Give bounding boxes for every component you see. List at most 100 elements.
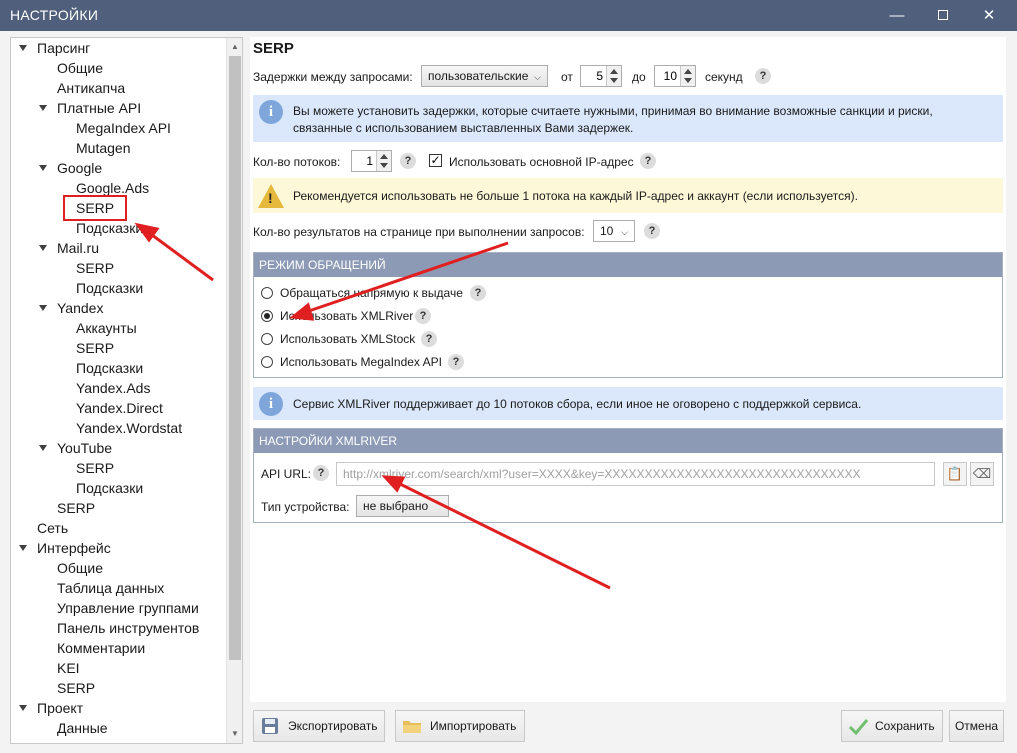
tree-item[interactable]: Панель инструментов <box>57 618 199 638</box>
tree-item-label: Антикапча <box>57 80 126 96</box>
tree-item[interactable]: SERP <box>57 498 95 518</box>
tree-item[interactable]: SERP <box>57 678 95 698</box>
mode-option-label[interactable]: Использовать XMLRiver <box>280 309 413 323</box>
tree-item[interactable]: Проект <box>19 698 84 718</box>
tree-item[interactable]: Данные <box>57 718 108 738</box>
delay-to-stepper[interactable]: 10 <box>654 65 696 87</box>
minimize-button[interactable]: — <box>874 0 920 31</box>
tree-item[interactable]: SERP <box>76 458 114 478</box>
tree-item-label: Парсинг <box>37 40 91 56</box>
tree-item[interactable]: Mutagen <box>76 138 130 158</box>
window-title: НАСТРОЙКИ <box>10 7 99 23</box>
spin-down-icon[interactable] <box>380 163 388 168</box>
scroll-up-icon[interactable]: ▲ <box>227 39 242 55</box>
tree-item-label: SERP <box>76 260 115 276</box>
spin-up-icon[interactable] <box>610 69 618 74</box>
help-icon[interactable]: ? <box>421 331 437 347</box>
tree-item[interactable]: Google.Ads <box>76 178 149 198</box>
use-main-ip-checkbox[interactable]: ✓ <box>429 154 442 167</box>
export-button[interactable]: Экспортировать <box>253 710 385 742</box>
mode-radio[interactable] <box>261 356 273 368</box>
tree-item[interactable]: Подсказки <box>76 478 143 498</box>
close-button[interactable]: ✕ <box>966 0 1012 31</box>
tree-item[interactable]: Подсказки <box>76 218 143 238</box>
delay-to-label: до <box>632 70 646 84</box>
help-icon[interactable]: ? <box>313 465 329 481</box>
tree-item[interactable]: Общие <box>57 558 103 578</box>
tree-item[interactable]: SERP <box>76 258 114 278</box>
mode-radio[interactable] <box>261 310 273 322</box>
tree-item-label: Сеть <box>37 520 69 536</box>
tree-item[interactable]: Интерфейс <box>19 538 111 558</box>
mode-option-label[interactable]: Обращаться напрямую к выдаче <box>280 286 463 300</box>
help-icon[interactable]: ? <box>755 68 771 84</box>
mode-option-label[interactable]: Использовать XMLStock <box>280 332 415 346</box>
help-icon[interactable]: ? <box>644 223 660 239</box>
xmlriver-group-title: Настройки XMLRiver <box>254 429 1002 453</box>
tree-item[interactable]: SERP <box>76 338 114 358</box>
checkmark-icon <box>848 719 868 736</box>
mode-radio[interactable] <box>261 333 273 345</box>
tree-item[interactable]: Управление группами <box>57 598 199 618</box>
expand-caret-icon[interactable] <box>39 305 47 311</box>
expand-caret-icon[interactable] <box>19 705 27 711</box>
expand-caret-icon[interactable] <box>39 245 47 251</box>
threads-stepper[interactable]: 1 <box>351 150 392 172</box>
tree-item[interactable]: Таблица данных <box>57 578 164 598</box>
tree-item[interactable]: SERP <box>62 195 128 221</box>
help-icon[interactable]: ? <box>400 153 416 169</box>
tree-scrollbar[interactable]: ▲ ▼ <box>226 38 242 743</box>
mode-option-label[interactable]: Использовать MegaIndex API <box>280 355 442 369</box>
tree-item[interactable]: Yandex.Direct <box>76 398 163 418</box>
tree-item-label: MegaIndex API <box>76 120 171 136</box>
expand-caret-icon[interactable] <box>19 45 27 51</box>
tree-item[interactable]: Платные API <box>39 98 141 118</box>
tree-item-label: Mail.ru <box>57 240 100 256</box>
import-button[interactable]: Импортировать <box>395 710 525 742</box>
maximize-button[interactable] <box>920 0 966 31</box>
cancel-button[interactable]: Отмена <box>949 710 1004 742</box>
tree-item[interactable]: Сеть <box>37 518 68 538</box>
tree-item[interactable]: Yandex <box>39 298 103 318</box>
delay-mode-select[interactable]: пользовательские ⌵ <box>421 65 548 87</box>
tree-item[interactable]: Google <box>39 158 102 178</box>
help-icon[interactable]: ? <box>640 153 656 169</box>
tree-item[interactable]: MegaIndex API <box>76 118 171 138</box>
save-button[interactable]: Сохранить <box>841 710 943 742</box>
help-icon[interactable]: ? <box>415 308 431 324</box>
scroll-thumb[interactable] <box>229 56 241 660</box>
delay-info-text: Вы можете установить задержки, которые с… <box>293 104 933 135</box>
delay-from-stepper[interactable]: 5 <box>580 65 622 87</box>
tree-item[interactable]: Антикапча <box>57 78 125 98</box>
expand-caret-icon[interactable] <box>19 545 27 551</box>
tree-item[interactable]: KEI <box>57 658 80 678</box>
threads-value: 1 <box>366 154 373 168</box>
spin-down-icon[interactable] <box>610 78 618 83</box>
device-type-select[interactable]: не выбрано <box>356 495 449 517</box>
tree-item[interactable]: Общие <box>57 58 103 78</box>
help-icon[interactable]: ? <box>470 285 486 301</box>
tree-item[interactable]: Yandex.Wordstat <box>76 418 182 438</box>
clear-button[interactable]: ⌫ <box>970 462 994 486</box>
spin-up-icon[interactable] <box>380 154 388 159</box>
paste-button[interactable]: 📋 <box>943 462 967 486</box>
tree-item[interactable]: Аккаунты <box>76 318 137 338</box>
help-icon[interactable]: ? <box>448 354 464 370</box>
api-url-input[interactable]: http://xmlriver.com/search/xml?user=XXXX… <box>336 462 935 486</box>
spin-up-icon[interactable] <box>684 69 692 74</box>
expand-caret-icon[interactable] <box>39 445 47 451</box>
mode-radio[interactable] <box>261 287 273 299</box>
tree-item[interactable]: YouTube <box>39 438 112 458</box>
tree-item[interactable]: Комментарии <box>57 638 145 658</box>
tree-item[interactable]: Yandex.Ads <box>76 378 150 398</box>
tree-item[interactable]: Подсказки <box>76 278 143 298</box>
results-per-page-select[interactable]: 10 ⌵ <box>593 220 635 242</box>
tree-item[interactable]: Mail.ru <box>39 238 100 258</box>
tree-item-label: Проект <box>37 700 84 716</box>
spin-down-icon[interactable] <box>684 78 692 83</box>
tree-item[interactable]: Парсинг <box>19 38 91 58</box>
expand-caret-icon[interactable] <box>39 165 47 171</box>
expand-caret-icon[interactable] <box>39 105 47 111</box>
scroll-down-icon[interactable]: ▼ <box>227 726 242 742</box>
tree-item[interactable]: Подсказки <box>76 358 143 378</box>
